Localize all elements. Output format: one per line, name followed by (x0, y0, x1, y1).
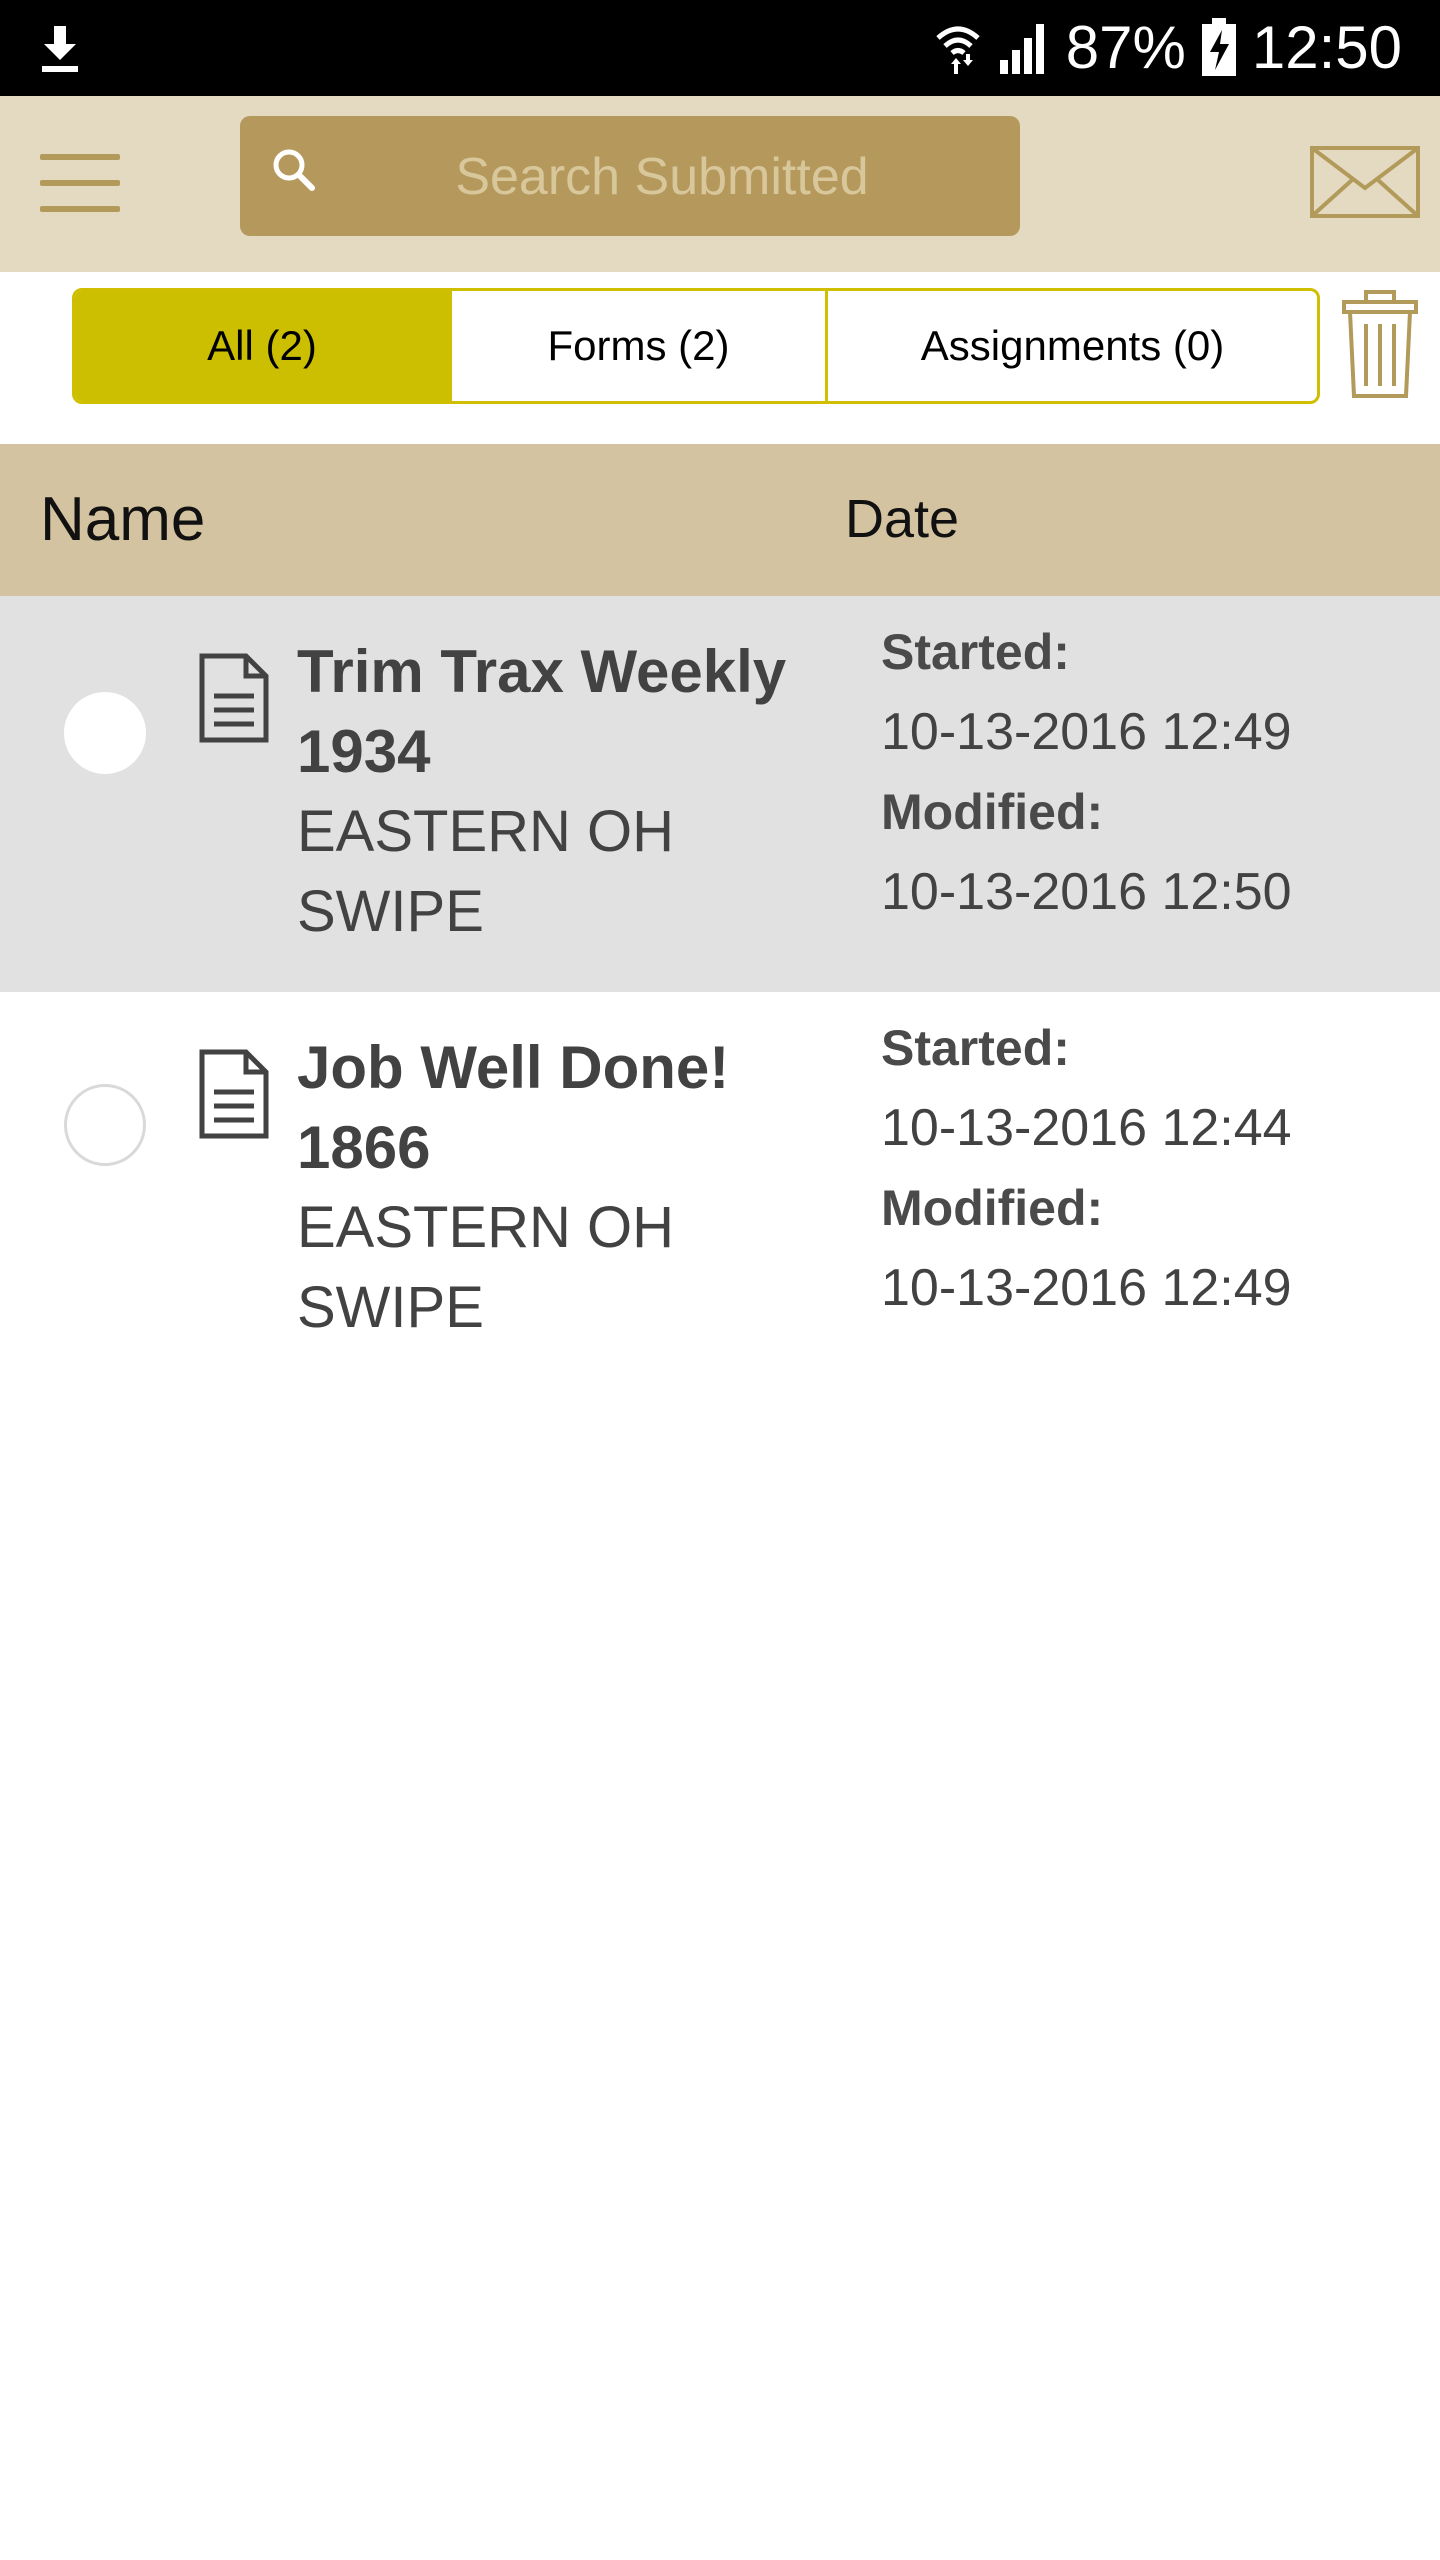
filter-segmented-control: All (2) Forms (2) Assignments (0) (72, 288, 1320, 404)
document-icon (199, 653, 269, 743)
started-date: 10-13-2016 12:49 (881, 703, 1292, 761)
search-bar[interactable] (240, 116, 1020, 238)
modified-label: Modified: (881, 784, 1104, 840)
form-subtitle-line2: SWIPE (297, 879, 484, 944)
modified-date: 10-13-2016 12:49 (881, 1259, 1292, 1317)
tab-forms[interactable]: Forms (2) (449, 291, 825, 401)
mail-icon[interactable] (1310, 146, 1420, 218)
started-label: Started: (881, 1020, 1070, 1076)
form-number: 1934 (297, 718, 431, 785)
form-title: Job Well Done! (297, 1034, 730, 1101)
form-number: 1866 (297, 1114, 431, 1181)
row-select-radio[interactable] (64, 1084, 146, 1166)
battery-charging-icon (1201, 18, 1236, 76)
form-title: Trim Trax Weekly (297, 638, 787, 705)
clock: 12:50 (1251, 14, 1402, 81)
document-icon (199, 1049, 269, 1139)
wifi-icon (936, 26, 980, 74)
form-subtitle-line1: EASTERN OH (297, 1195, 675, 1260)
menu-icon[interactable] (40, 154, 120, 212)
started-date: 10-13-2016 12:44 (881, 1099, 1292, 1157)
tab-all[interactable]: All (2) (75, 291, 449, 401)
column-header-date[interactable]: Date (845, 488, 959, 550)
battery-percent: 87% (1065, 14, 1186, 81)
form-subtitle-line1: EASTERN OH (297, 799, 675, 864)
started-label: Started: (881, 624, 1070, 680)
download-icon (42, 26, 78, 72)
trash-icon[interactable] (1340, 290, 1420, 400)
table-header: Name Date (0, 444, 1440, 596)
search-icon (273, 149, 315, 191)
modified-label: Modified: (881, 1180, 1104, 1236)
tab-assignments[interactable]: Assignments (0) (825, 291, 1317, 401)
modified-date: 10-13-2016 12:50 (881, 863, 1292, 921)
form-subtitle-line2: SWIPE (297, 1275, 484, 1340)
row-select-radio[interactable] (64, 692, 146, 774)
table-row[interactable]: Job Well Done! 1866 EASTERN OH SWIPE Sta… (0, 992, 1440, 1388)
search-input[interactable] (340, 116, 984, 238)
column-header-name[interactable]: Name (40, 484, 205, 555)
table-row[interactable]: Trim Trax Weekly 1934 EASTERN OH SWIPE S… (0, 596, 1440, 992)
signal-icon (999, 24, 1044, 74)
app-header (0, 96, 1440, 272)
status-bar: 87% 12:50 (0, 0, 1440, 96)
